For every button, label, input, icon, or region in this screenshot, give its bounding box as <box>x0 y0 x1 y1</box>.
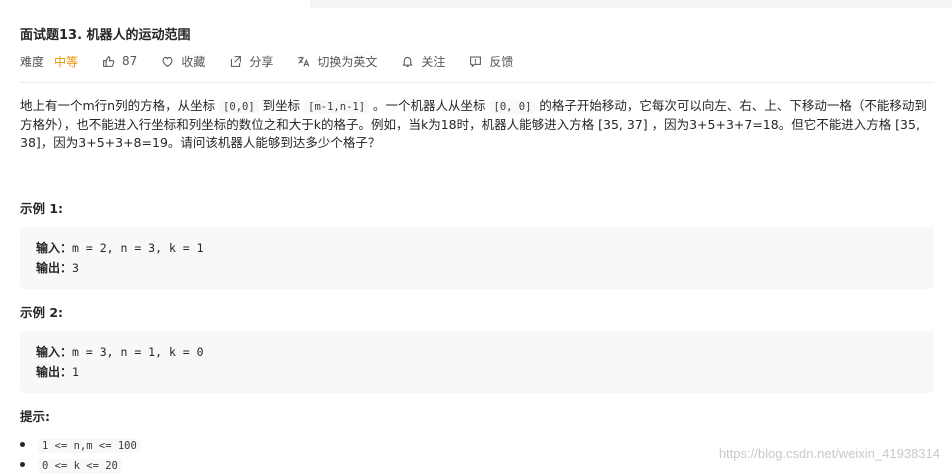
divider <box>20 82 934 83</box>
switch-language-button[interactable]: 切换为英文 <box>297 53 377 70</box>
switch-language-label: 切换为英文 <box>317 53 377 70</box>
example-2-output: 输出：1 <box>36 363 79 380</box>
feedback-button[interactable]: 反馈 <box>469 53 513 70</box>
output-label: 输出： <box>36 261 72 275</box>
share-label: 分享 <box>249 53 273 70</box>
watermark: https://blog.csdn.net/weixin_41938314 <box>719 446 940 461</box>
description-text: 地上有一个m行n列的方格，从坐标 <box>20 98 219 113</box>
hints-title: 提示: <box>20 406 50 425</box>
feedback-icon <box>469 55 482 68</box>
like-count: 87 <box>122 54 137 68</box>
share-button[interactable]: 分享 <box>229 53 273 70</box>
difficulty-label: 难度 <box>20 53 44 70</box>
input-label: 输入： <box>36 241 72 255</box>
problem-meta-bar: 难度 中等 87 收藏 分享 切换为英文 关注 反馈 <box>20 52 537 70</box>
output-value: 3 <box>72 261 79 275</box>
inline-code: [0, 0] <box>490 100 536 114</box>
input-value: m = 3, n = 1, k = 0 <box>72 345 204 359</box>
favorite-label: 收藏 <box>181 53 205 70</box>
list-item: 1 <= n,m <= 100 <box>38 436 141 456</box>
like-button[interactable]: 87 <box>102 54 137 68</box>
problem-title: 面试题13. 机器人的运动范围 <box>20 24 191 43</box>
example-2-title: 示例 2: <box>20 302 63 321</box>
example-2-input: 输入：m = 3, n = 1, k = 0 <box>36 343 204 360</box>
favorite-button[interactable]: 收藏 <box>161 53 205 70</box>
follow-label: 关注 <box>421 53 445 70</box>
heart-icon <box>161 55 174 68</box>
list-item: 0 <= k <= 20 <box>38 456 141 476</box>
inline-code: [0,0] <box>219 100 259 114</box>
follow-button[interactable]: 关注 <box>401 53 445 70</box>
share-icon <box>229 55 242 68</box>
hints-list: 1 <= n,m <= 100 0 <= k <= 20 <box>38 436 141 476</box>
thumbs-up-icon <box>102 55 115 68</box>
translate-icon <box>297 55 310 68</box>
description-text: 。一个机器人从坐标 <box>369 98 489 113</box>
example-1-block: 输入：m = 2, n = 3, k = 1 输出：3 <box>20 227 934 289</box>
top-bar <box>310 0 952 8</box>
difficulty-badge: 中等 <box>54 53 78 70</box>
hint-code: 0 <= k <= 20 <box>38 459 122 473</box>
output-value: 1 <box>72 365 79 379</box>
inline-code: [m-1,n-1] <box>304 100 369 114</box>
output-label: 输出： <box>36 365 72 379</box>
hint-code: 1 <= n,m <= 100 <box>38 439 141 453</box>
input-value: m = 2, n = 3, k = 1 <box>72 241 204 255</box>
problem-description: 地上有一个m行n列的方格，从坐标 [0,0] 到坐标 [m-1,n-1] 。一个… <box>20 97 938 152</box>
example-2-block: 输入：m = 3, n = 1, k = 0 输出：1 <box>20 331 934 393</box>
feedback-label: 反馈 <box>489 53 513 70</box>
example-1-input: 输入：m = 2, n = 3, k = 1 <box>36 239 204 256</box>
example-1-title: 示例 1: <box>20 198 63 217</box>
input-label: 输入： <box>36 345 72 359</box>
bell-icon <box>401 55 414 68</box>
example-1-output: 输出：3 <box>36 259 79 276</box>
description-text: 到坐标 <box>259 98 304 113</box>
